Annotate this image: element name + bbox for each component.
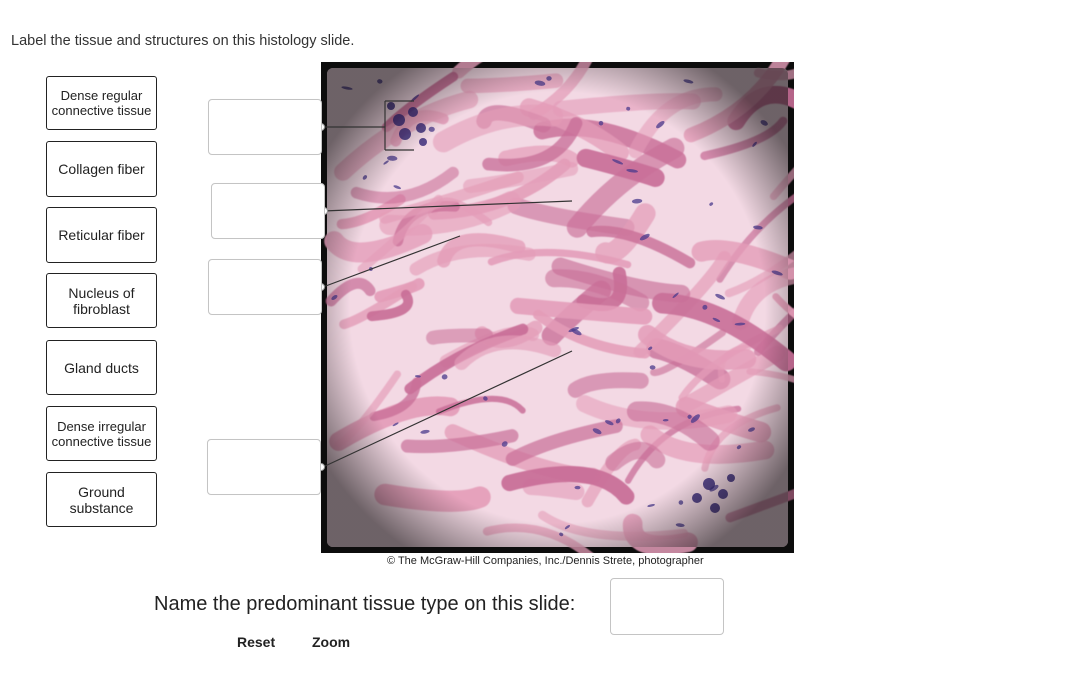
label-chip-gland-ducts[interactable]: Gland ducts xyxy=(46,340,157,395)
drop-target-1[interactable] xyxy=(208,99,322,155)
image-credit: © The McGraw-Hill Companies, Inc./Dennis… xyxy=(387,555,704,567)
label-chip-nucleus-fibroblast[interactable]: Nucleus of fibroblast xyxy=(46,273,157,328)
drop-target-3[interactable] xyxy=(208,259,322,315)
histology-slide-image xyxy=(321,62,794,553)
drop-target-2[interactable] xyxy=(211,183,325,239)
reset-button[interactable]: Reset xyxy=(237,634,275,650)
label-chip-collagen-fiber[interactable]: Collagen fiber xyxy=(46,141,157,197)
instruction-text: Label the tissue and structures on this … xyxy=(11,33,355,49)
label-chip-dense-irregular[interactable]: Dense irregular connective tissue xyxy=(46,406,157,461)
tissue-type-answer-box[interactable] xyxy=(610,578,724,635)
histology-slide-illustration xyxy=(324,62,794,553)
drop-target-4[interactable] xyxy=(207,439,321,495)
zoom-button[interactable]: Zoom xyxy=(312,634,350,650)
label-chip-reticular-fiber[interactable]: Reticular fiber xyxy=(46,207,157,263)
label-chip-dense-regular[interactable]: Dense regular connective tissue xyxy=(46,76,157,130)
question-prompt: Name the predominant tissue type on this… xyxy=(154,593,576,615)
label-chip-ground-substance[interactable]: Ground substance xyxy=(46,472,157,527)
